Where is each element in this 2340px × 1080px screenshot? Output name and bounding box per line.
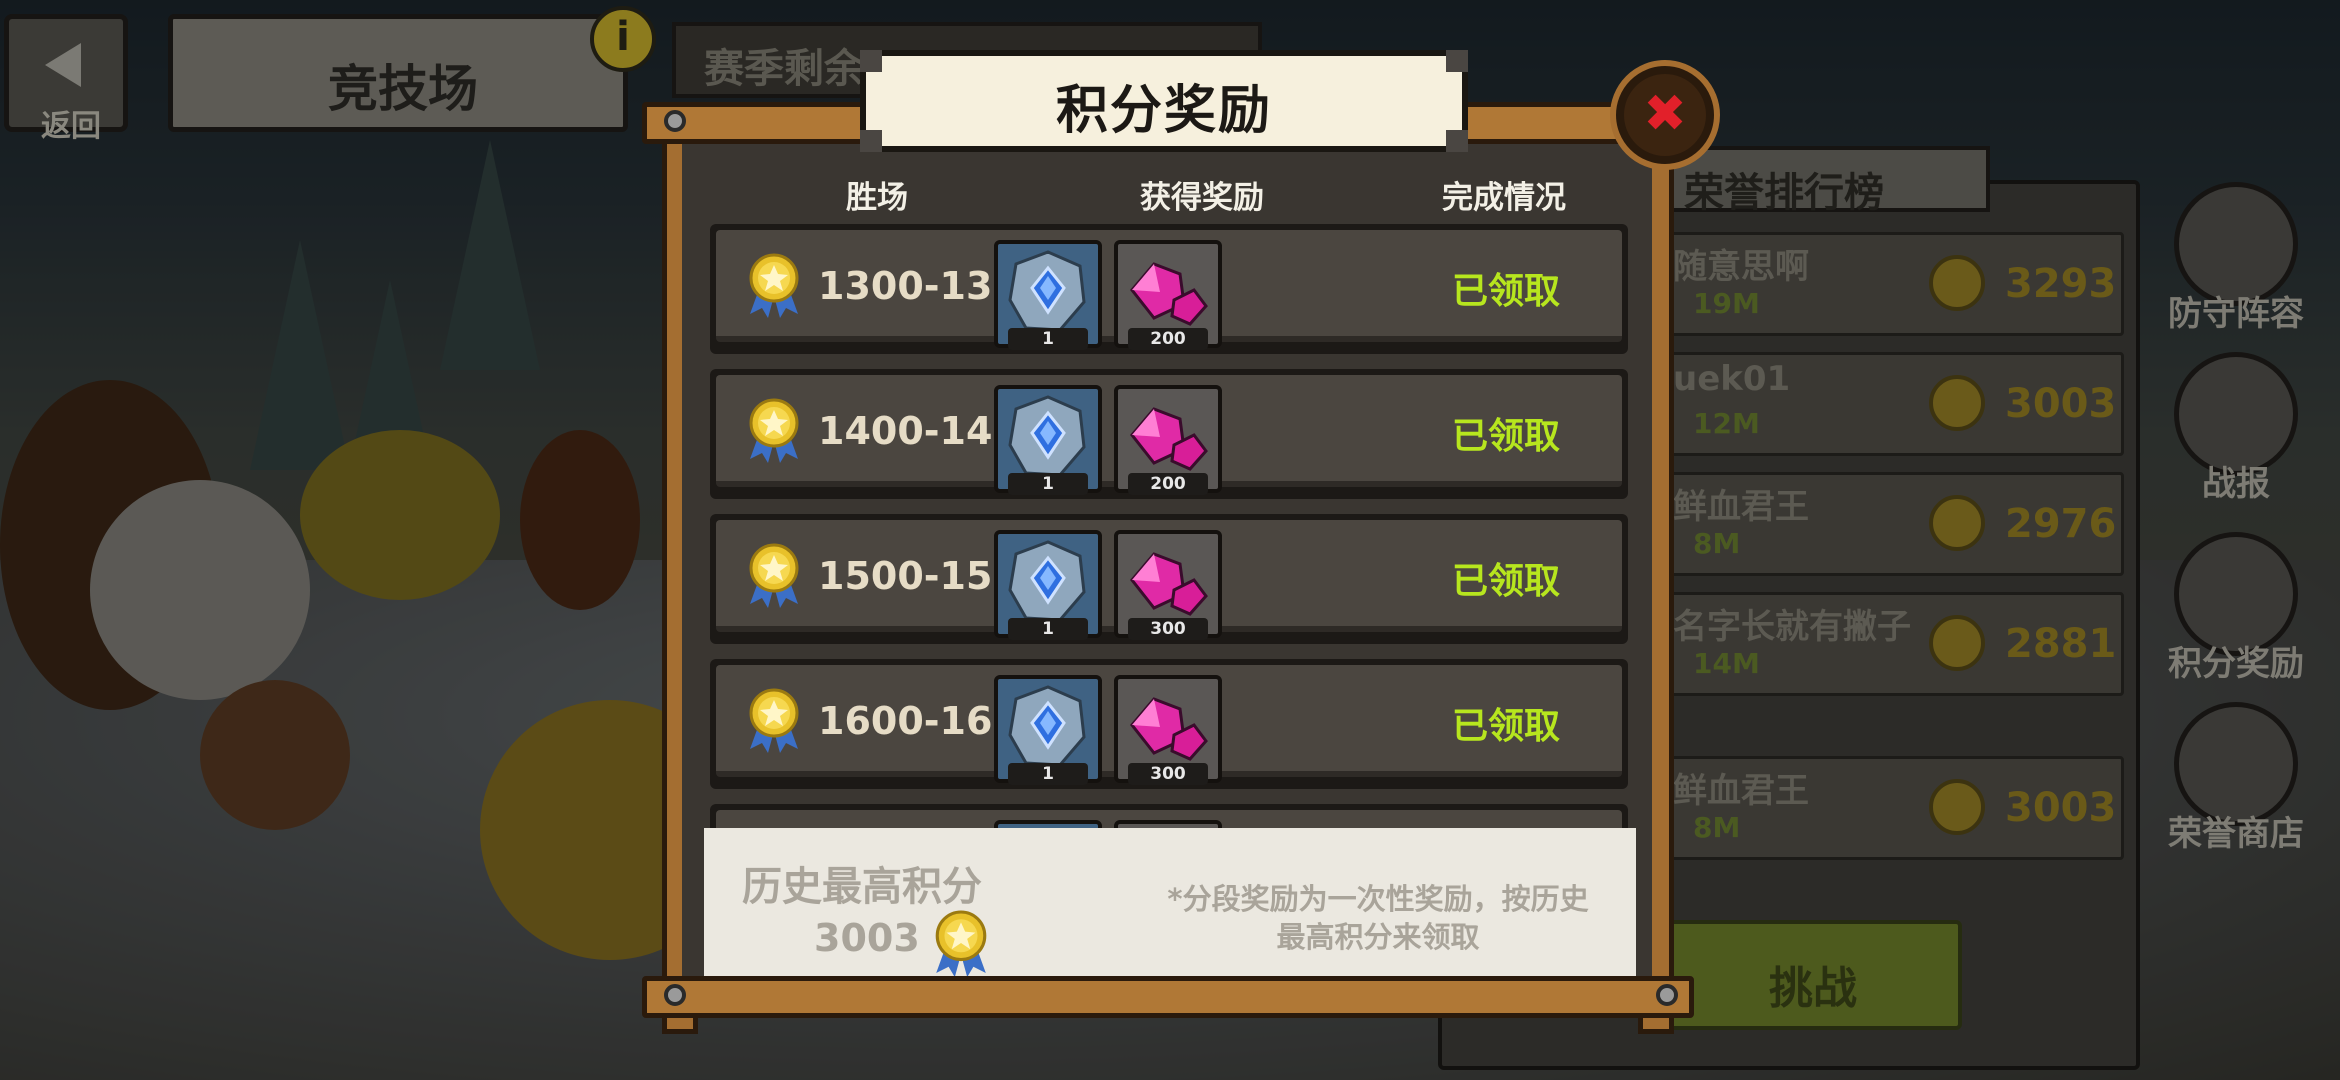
- gem-reward-item[interactable]: 300: [1114, 530, 1222, 640]
- honor-shop-label: 荣誉商店: [2168, 814, 2304, 854]
- back-label: 返回: [41, 109, 101, 144]
- column-header-wins: 胜场: [846, 180, 908, 216]
- player-power: 19M: [1693, 287, 1760, 320]
- nail-icon: [1656, 984, 1678, 1006]
- ranking-title: 荣誉排行榜: [1684, 170, 1884, 216]
- player-power: 8M: [1693, 811, 1741, 844]
- player-power: 12M: [1693, 407, 1760, 440]
- battle-report-label: 战报: [2202, 464, 2270, 504]
- modal-title: 积分奖励: [1055, 81, 1272, 141]
- reward-rule-line: 最高积分来领取: [1276, 920, 1480, 954]
- item-quantity: 1: [1008, 763, 1088, 785]
- medal-icon: [749, 688, 799, 753]
- player-score: 2976: [2005, 501, 2117, 547]
- close-button-inner: ✖: [1624, 74, 1706, 156]
- player-score: 3003: [2005, 785, 2117, 831]
- rune-reward-item[interactable]: 1: [994, 240, 1102, 350]
- rune-reward-item[interactable]: 1: [994, 385, 1102, 495]
- battle-report-button[interactable]: 战报: [2166, 352, 2306, 504]
- medal-icon: [1929, 779, 1985, 835]
- rune-stone-icon: [1008, 685, 1086, 767]
- rune-reward-item[interactable]: 1: [994, 675, 1102, 785]
- item-quantity: 1: [1008, 618, 1088, 640]
- ranking-row[interactable]: uek01 12M 3003: [1650, 352, 2124, 456]
- item-quantity: 300: [1128, 618, 1208, 640]
- reward-rule-note: *分段奖励为一次性奖励，按历史 最高积分来领取: [1124, 880, 1632, 956]
- nail-icon: [664, 110, 686, 132]
- gem-reward-item[interactable]: 300: [1114, 675, 1222, 785]
- rune-reward-item[interactable]: 1: [994, 530, 1102, 640]
- reward-rule-line: *分段奖励为一次性奖励，按历史: [1167, 882, 1589, 916]
- arena-title-plate: 竞技场: [168, 14, 628, 132]
- rune-stone-icon: [1008, 395, 1086, 477]
- player-name: 名字长就有撇子: [1673, 607, 1911, 647]
- gem-reward-item[interactable]: 200: [1114, 385, 1222, 495]
- points-reward-modal: 积分奖励 ✖ 胜场 获得奖励 完成情况 1300-1399 1 200 已领取 …: [642, 50, 1720, 1040]
- ranking-row-self[interactable]: 鲜血君王 8M 3003: [1650, 756, 2124, 860]
- ranking-row[interactable]: 名字长就有撇子 14M 2881: [1650, 592, 2124, 696]
- player-score: 3293: [2005, 261, 2117, 307]
- reward-row: 1300-1399 1 200 已领取: [710, 224, 1628, 354]
- pink-gem-icon: [1130, 407, 1208, 471]
- back-arrow-icon: [45, 43, 81, 87]
- medal-icon: [1929, 615, 1985, 671]
- reward-row: 1600-1699 1 300 已领取: [710, 659, 1628, 789]
- claim-status: 已领取: [1451, 416, 1560, 457]
- frame-bar-bottom: [642, 976, 1694, 1018]
- medal-icon: [749, 253, 799, 318]
- claim-status: 已领取: [1451, 271, 1560, 312]
- player-power: 14M: [1693, 647, 1760, 680]
- rune-stone-icon: [1008, 250, 1086, 332]
- ranking-row[interactable]: 随意思啊 19M 3293: [1650, 232, 2124, 336]
- claim-status: 已领取: [1451, 561, 1560, 602]
- item-quantity: 1: [1008, 473, 1088, 495]
- player-score: 3003: [2005, 381, 2117, 427]
- highest-score-panel: 历史最高积分 3003 *分段奖励为一次性奖励，按历史 最高积分来领取: [704, 828, 1636, 984]
- medal-icon: [935, 910, 987, 978]
- arena-title: 竞技场: [328, 60, 478, 118]
- item-quantity: 300: [1128, 763, 1208, 785]
- medal-icon: [1929, 375, 1985, 431]
- medal-icon: [749, 398, 799, 463]
- pink-gem-icon: [1130, 697, 1208, 761]
- points-reward-button[interactable]: 积分奖励: [2166, 532, 2306, 684]
- challenge-label: 挑战: [1769, 963, 1857, 1014]
- ranking-header: 荣誉排行榜: [1660, 146, 1990, 216]
- highest-score-label: 历史最高积分: [742, 864, 982, 910]
- points-reward-label: 积分奖励: [2168, 644, 2304, 684]
- claim-status: 已领取: [1451, 706, 1560, 747]
- item-quantity: 200: [1128, 473, 1208, 495]
- medal-icon: [1929, 255, 1985, 311]
- pink-gem-icon: [1130, 552, 1208, 616]
- defense-lineup-label: 防守阵容: [2168, 294, 2304, 334]
- challenge-button[interactable]: 挑战: [1664, 920, 1962, 1030]
- column-header-rewards: 获得奖励: [1140, 180, 1264, 216]
- defense-lineup-button[interactable]: 防守阵容: [2166, 182, 2306, 334]
- ranking-row[interactable]: 鲜血君王 8M 2976: [1650, 472, 2124, 576]
- modal-title-plate: 积分奖励: [860, 50, 1468, 152]
- medal-icon: [749, 543, 799, 608]
- player-score: 2881: [2005, 621, 2117, 667]
- medal-icon: [1929, 495, 1985, 551]
- highest-score-value: 3003: [814, 916, 920, 960]
- close-icon: ✖: [1643, 84, 1687, 144]
- back-button[interactable]: 返回: [4, 14, 128, 144]
- honor-shop-button[interactable]: 荣誉商店: [2166, 702, 2306, 854]
- rune-stone-icon: [1008, 540, 1086, 622]
- close-button[interactable]: ✖: [1610, 60, 1720, 170]
- nail-icon: [664, 984, 686, 1006]
- item-quantity: 200: [1128, 328, 1208, 350]
- column-header-status: 完成情况: [1442, 180, 1566, 216]
- reward-row: 1400-1499 1 200 已领取: [710, 369, 1628, 499]
- player-power: 8M: [1693, 527, 1741, 560]
- gem-reward-item[interactable]: 200: [1114, 240, 1222, 350]
- reward-row: 1500-1599 1 300 已领取: [710, 514, 1628, 644]
- pink-gem-icon: [1130, 262, 1208, 326]
- item-quantity: 1: [1008, 328, 1088, 350]
